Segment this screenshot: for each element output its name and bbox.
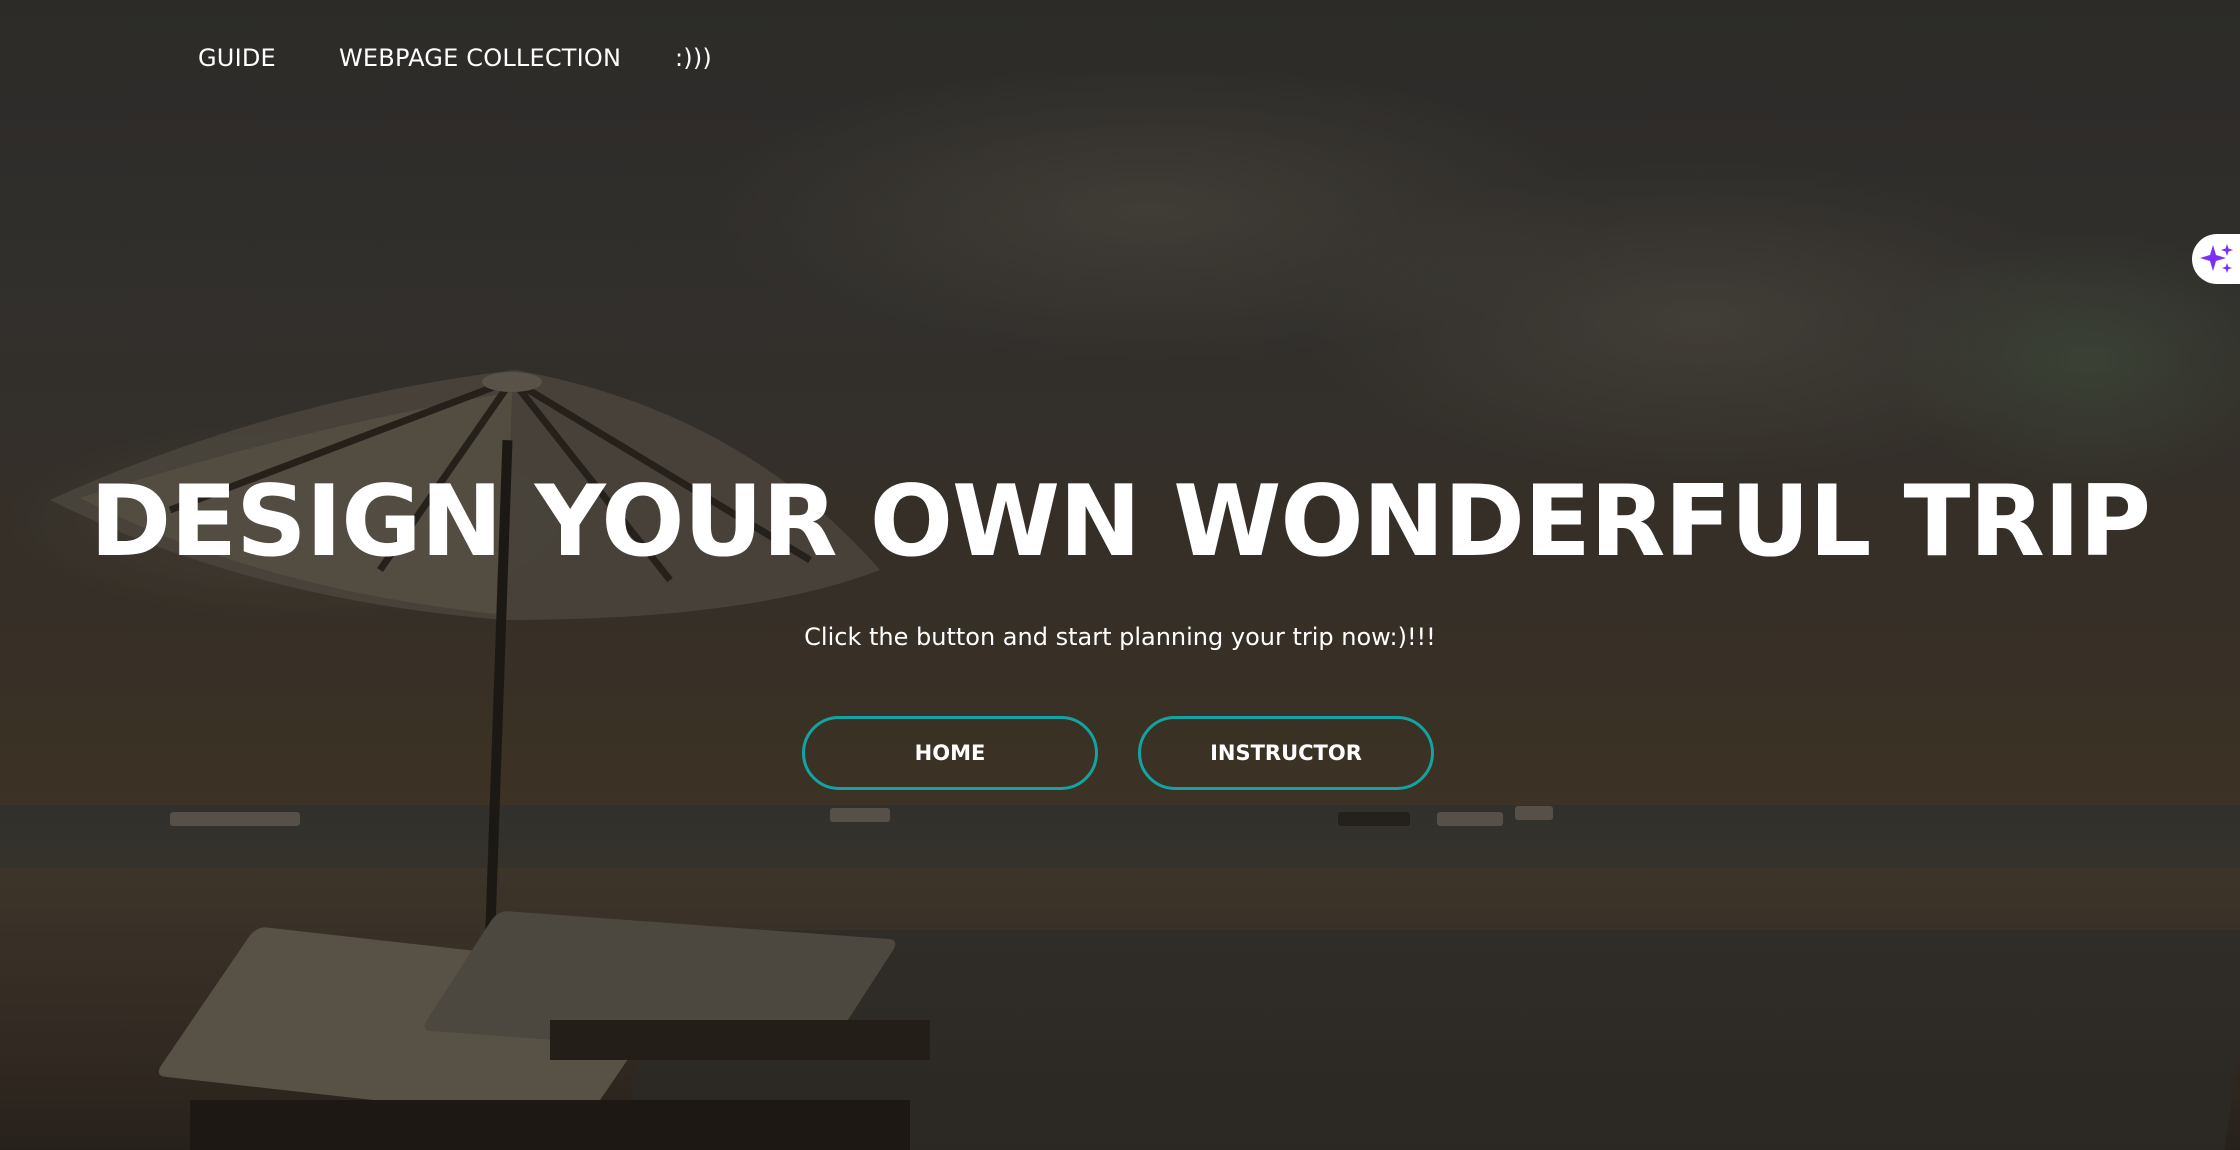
page: GUIDE WEBPAGE COLLECTION :))) DESIGN YOU… [0, 0, 2240, 1150]
nav-webpage-collection-link[interactable]: WEBPAGE COLLECTION [339, 44, 621, 72]
instructor-button[interactable]: INSTRUCTOR [1138, 716, 1434, 790]
nav-smiley-link[interactable]: :))) [675, 44, 712, 72]
sparkle-icon [2200, 244, 2233, 273]
nav-guide-link[interactable]: GUIDE [198, 44, 276, 72]
home-button[interactable]: HOME [802, 716, 1098, 790]
assistant-side-tab[interactable] [2192, 234, 2240, 284]
hero-subtitle: Click the button and start planning your… [804, 623, 1436, 651]
hero-title: DESIGN YOUR OWN WONDERFUL TRIP [89, 465, 2151, 579]
